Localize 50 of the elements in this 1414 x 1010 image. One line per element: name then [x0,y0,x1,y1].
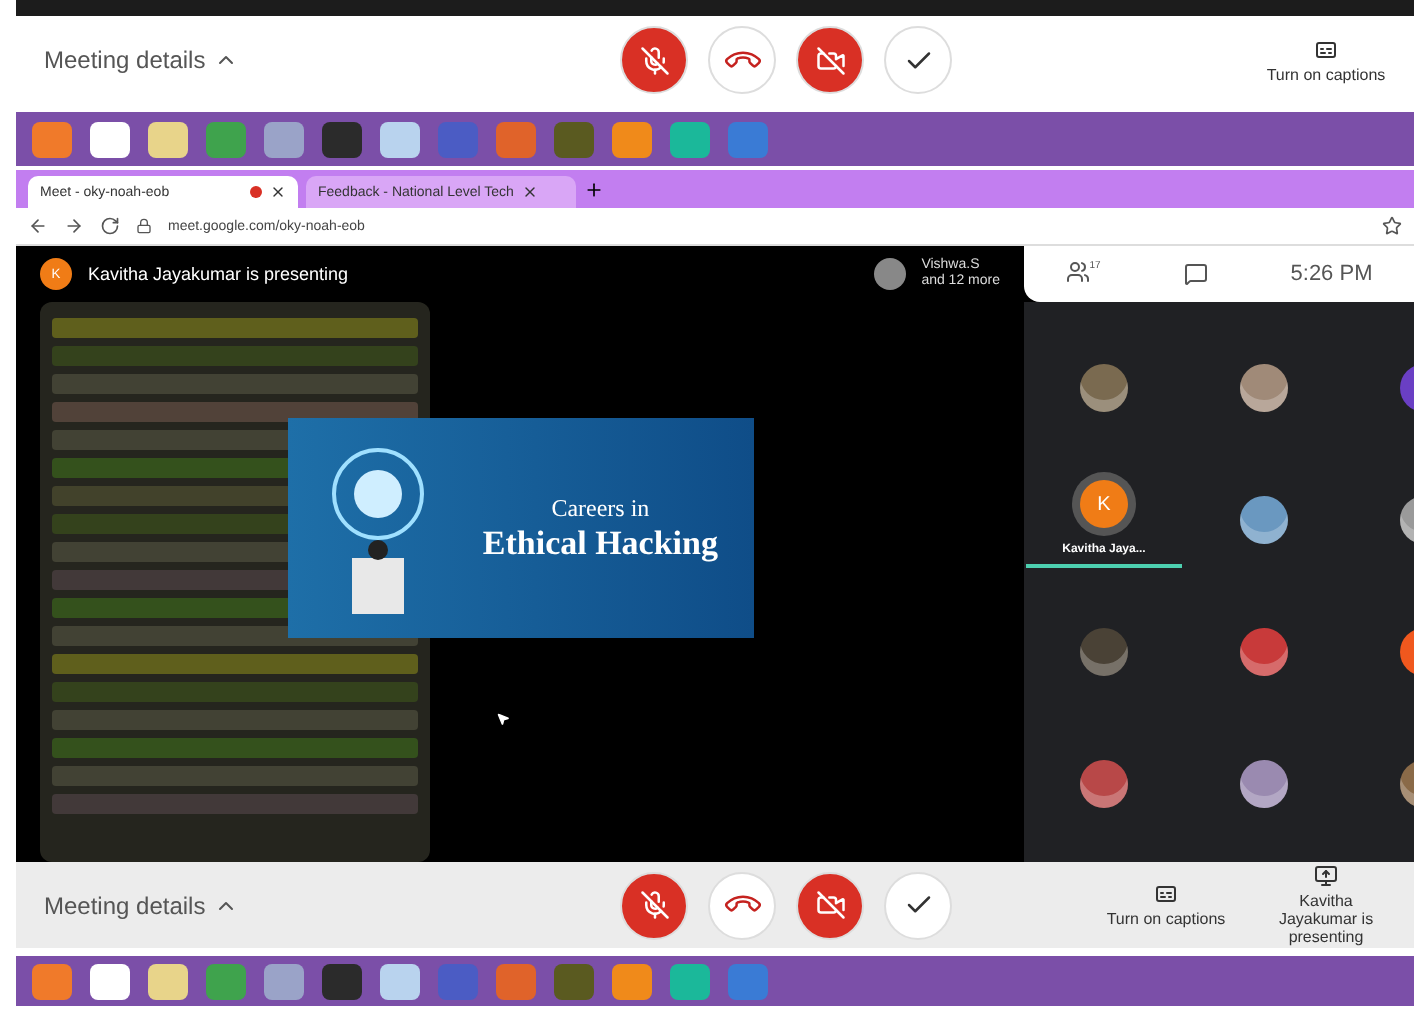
app-icon[interactable] [90,121,130,157]
captions-button[interactable]: Turn on captions [1094,882,1238,928]
mic-button[interactable] [620,26,688,94]
chat-icon[interactable] [1183,262,1208,286]
camera-off-icon [815,45,845,75]
app-icon[interactable] [148,121,188,157]
check-button[interactable] [884,26,952,94]
mic-off-icon [639,890,669,920]
hang-up-button[interactable] [708,871,776,939]
presenter-text: Kavitha Jayakumar is presenting [88,264,351,284]
camera-off-icon [815,890,845,920]
camera-button[interactable] [796,871,864,939]
check-button[interactable] [884,871,952,939]
app-icon[interactable] [612,963,652,999]
app-icon[interactable] [612,121,652,157]
mic-button[interactable] [620,871,688,939]
star-icon[interactable] [1382,216,1402,236]
app-icon[interactable] [264,963,304,999]
viewer-avatar [873,258,906,290]
back-icon[interactable] [28,216,48,236]
app-icon[interactable] [148,963,188,999]
app-icon[interactable] [264,121,304,157]
camera-button[interactable] [796,26,864,94]
captions-icon [1314,37,1338,61]
app-icon[interactable] [90,963,130,999]
mic-off-icon [639,45,669,75]
new-tab-icon[interactable] [584,179,604,199]
meeting-details-button[interactable]: Meeting details [44,46,604,74]
letter-avatar: K [1072,472,1136,536]
slide-title: Careers in Ethical Hacking [482,493,718,563]
presenting-button[interactable]: Kavitha Jayakumar is presenting [1254,864,1398,946]
hang-up-button[interactable] [708,26,776,94]
forward-icon[interactable] [64,216,84,236]
captions-icon [1154,882,1178,906]
app-icon[interactable] [380,121,420,157]
app-icon[interactable] [322,963,362,999]
people-icon [1065,259,1090,283]
pointer-icon [496,712,510,726]
meeting-details-button[interactable]: Meeting details [44,891,604,919]
close-icon[interactable] [270,184,286,200]
close-icon[interactable] [521,184,538,200]
present-screen-icon [1314,864,1338,888]
app-icon[interactable] [322,121,362,157]
app-icon[interactable] [380,963,420,999]
app-icon[interactable] [670,963,710,999]
clock-text: 5:26 PM [1290,262,1373,286]
captions-button[interactable]: Turn on captions [1254,37,1398,83]
app-icon[interactable] [670,121,710,157]
lock-icon [136,218,152,234]
reload-icon[interactable] [100,216,120,236]
